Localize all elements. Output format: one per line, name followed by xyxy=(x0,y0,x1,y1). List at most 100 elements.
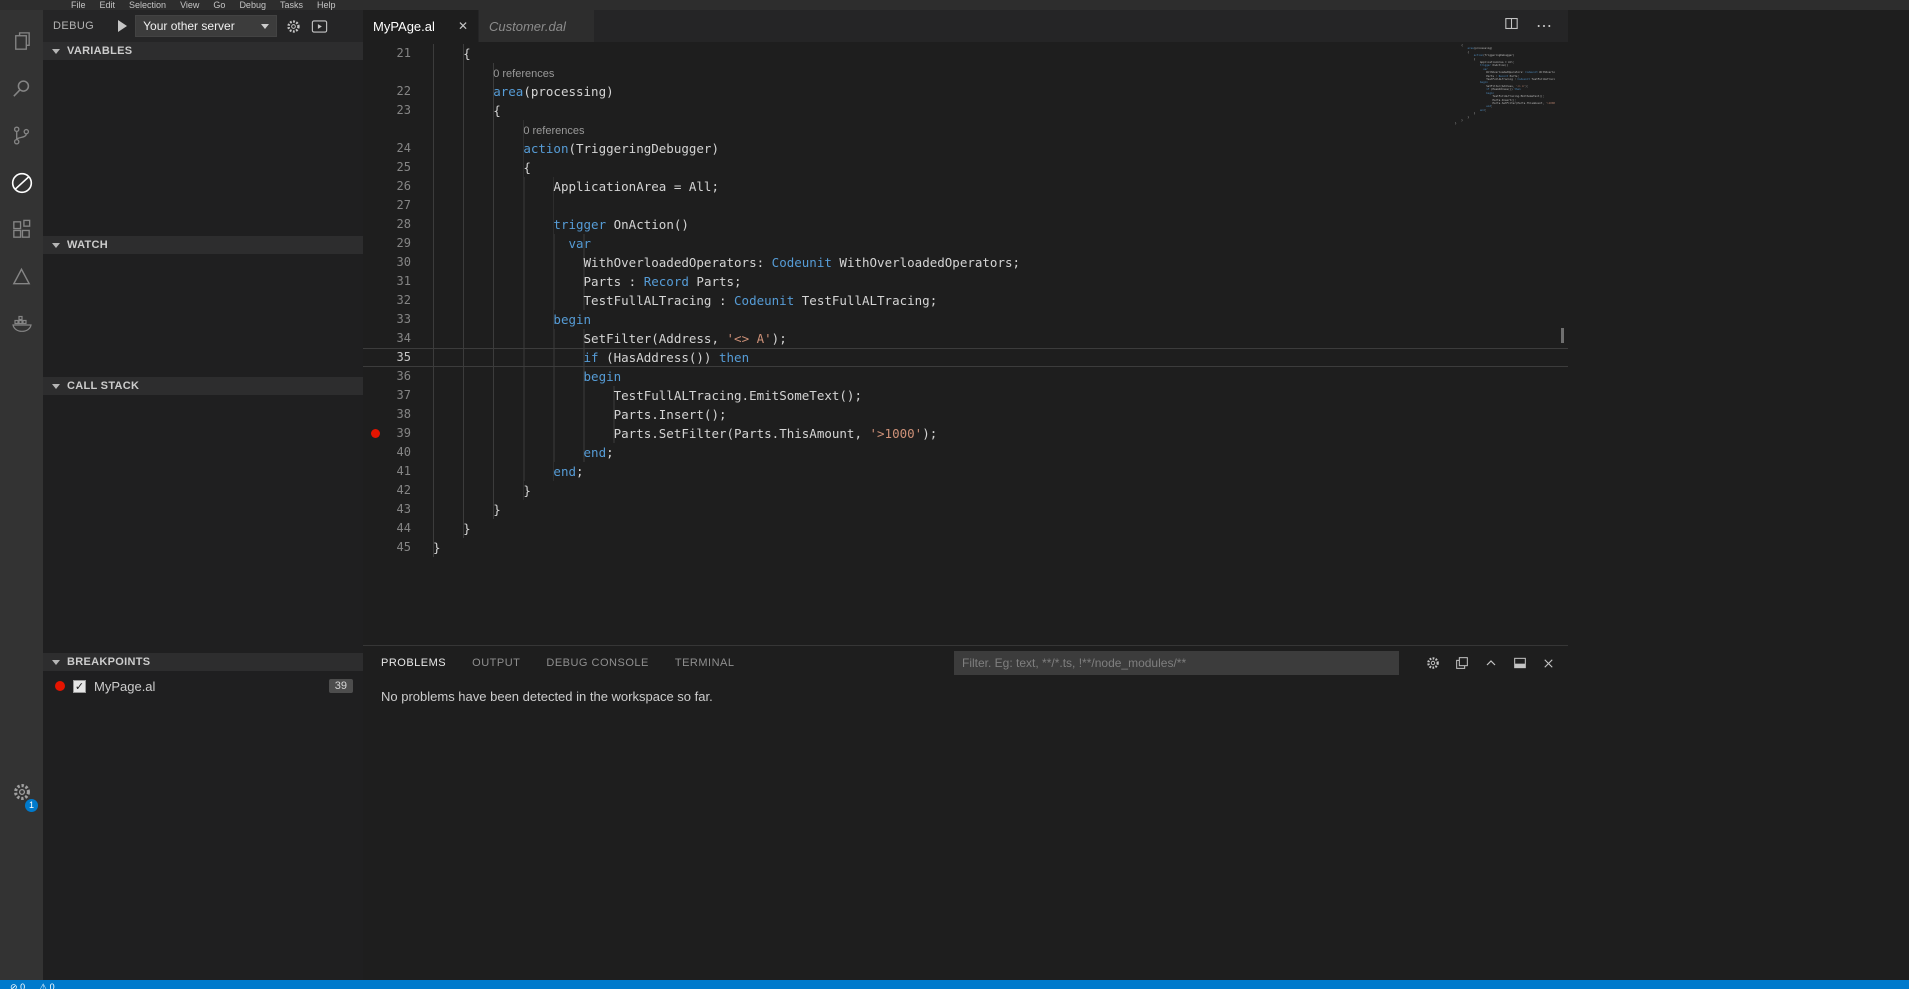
code-text[interactable]: area(processing) xyxy=(433,82,1568,101)
code-line-28[interactable]: 28 trigger OnAction() xyxy=(363,215,1568,234)
line-number[interactable]: 31 xyxy=(387,272,411,291)
code-text[interactable] xyxy=(433,196,1568,215)
sidebar-item-azure[interactable] xyxy=(0,253,43,300)
code-text[interactable]: trigger OnAction() xyxy=(433,215,1568,234)
code-text[interactable]: { xyxy=(433,101,1568,120)
code-line-41[interactable]: 41 end; xyxy=(363,462,1568,481)
code-text[interactable]: WithOverloadedOperators: Codeunit WithOv… xyxy=(433,253,1568,272)
menu-item-edit[interactable]: Edit xyxy=(93,0,123,10)
manage-button[interactable]: 1 xyxy=(0,774,43,814)
line-number[interactable]: 43 xyxy=(387,500,411,519)
code-line-45[interactable]: 45} xyxy=(363,538,1568,557)
sidebar-item-docker[interactable] xyxy=(0,300,43,347)
code-text[interactable]: SetFilter(Address, '<> A'); xyxy=(433,329,1568,348)
code-text[interactable]: TestFullALTracing : Codeunit TestFullALT… xyxy=(433,291,1568,310)
code-line-21[interactable]: 21 { xyxy=(363,44,1568,63)
code-line-35[interactable]: 35 if (HasAddress()) then xyxy=(363,348,1568,367)
line-number[interactable]: 41 xyxy=(387,462,411,481)
line-number[interactable] xyxy=(387,120,411,139)
line-number[interactable]: 35 xyxy=(387,348,411,367)
breakpoint-gutter[interactable] xyxy=(363,519,387,538)
codelens-row[interactable]: 0 references xyxy=(363,120,1568,139)
breakpoint-gutter[interactable] xyxy=(363,538,387,557)
code-text[interactable]: { xyxy=(433,158,1568,177)
menu-item-view[interactable]: View xyxy=(173,0,206,10)
split-editor-icon[interactable] xyxy=(1503,15,1520,37)
menu-item-help[interactable]: Help xyxy=(310,0,343,10)
code-line-44[interactable]: 44 } xyxy=(363,519,1568,538)
line-number[interactable]: 28 xyxy=(387,215,411,234)
breakpoint-checkbox[interactable]: ✓ xyxy=(73,680,86,693)
close-panel-icon[interactable] xyxy=(1541,656,1556,671)
panel-tab-terminal[interactable]: TERMINAL xyxy=(675,657,735,669)
breakpoint-gutter[interactable] xyxy=(363,234,387,253)
sidebar-item-explorer[interactable] xyxy=(0,18,43,65)
menu-item-selection[interactable]: Selection xyxy=(122,0,173,10)
code-line-23[interactable]: 23 { xyxy=(363,101,1568,120)
breakpoint-gutter[interactable] xyxy=(363,63,387,82)
line-number[interactable]: 44 xyxy=(387,519,411,538)
line-number[interactable] xyxy=(387,63,411,82)
section-header-breakpoints[interactable]: BREAKPOINTS xyxy=(43,653,363,671)
breakpoint-gutter[interactable] xyxy=(363,367,387,386)
menu-item-debug[interactable]: Debug xyxy=(232,0,273,10)
breakpoint-gutter[interactable] xyxy=(363,310,387,329)
code-editor[interactable]: 21 { 0 references22 area(processing)23 {… xyxy=(363,42,1568,645)
breakpoint-gutter[interactable] xyxy=(363,139,387,158)
code-text[interactable]: 0 references xyxy=(433,63,1568,82)
line-number[interactable]: 33 xyxy=(387,310,411,329)
line-number[interactable]: 34 xyxy=(387,329,411,348)
code-line-30[interactable]: 30 WithOverloadedOperators: Codeunit Wit… xyxy=(363,253,1568,272)
line-number[interactable]: 40 xyxy=(387,443,411,462)
panel-layout-icon[interactable] xyxy=(1512,655,1528,671)
menu-item-go[interactable]: Go xyxy=(206,0,232,10)
breakpoint-gutter[interactable] xyxy=(363,405,387,424)
code-line-43[interactable]: 43 } xyxy=(363,500,1568,519)
breakpoint-gutter[interactable] xyxy=(363,443,387,462)
open-debug-console-button[interactable] xyxy=(310,17,329,36)
code-line-34[interactable]: 34 SetFilter(Address, '<> A'); xyxy=(363,329,1568,348)
code-text[interactable]: Parts.Insert(); xyxy=(433,405,1568,424)
line-number[interactable]: 29 xyxy=(387,234,411,253)
breakpoint-list-item[interactable]: ✓ MyPage.al 39 xyxy=(43,675,363,697)
menu-item-file[interactable]: File xyxy=(64,0,93,10)
breakpoint-gutter[interactable] xyxy=(363,481,387,500)
panel-tab-debug-console[interactable]: DEBUG CONSOLE xyxy=(546,657,648,669)
breakpoint-gutter[interactable] xyxy=(363,82,387,101)
code-line-26[interactable]: 26 ApplicationArea = All; xyxy=(363,177,1568,196)
line-number[interactable]: 42 xyxy=(387,481,411,500)
code-text[interactable]: ApplicationArea = All; xyxy=(433,177,1568,196)
sidebar-item-source-control[interactable] xyxy=(0,112,43,159)
collapse-all-icon[interactable] xyxy=(1454,655,1470,671)
breakpoint-gutter[interactable] xyxy=(363,272,387,291)
code-line-31[interactable]: 31 Parts : Record Parts; xyxy=(363,272,1568,291)
code-text[interactable]: } xyxy=(433,538,1568,557)
configure-gear-button[interactable] xyxy=(285,18,302,35)
breakpoint-gutter[interactable] xyxy=(363,424,387,443)
breakpoint-gutter[interactable] xyxy=(363,44,387,63)
code-text[interactable]: } xyxy=(433,500,1568,519)
code-text[interactable]: } xyxy=(433,519,1568,538)
code-text[interactable]: TestFullALTracing.EmitSomeText(); xyxy=(433,386,1568,405)
line-number[interactable]: 32 xyxy=(387,291,411,310)
code-text[interactable]: begin xyxy=(433,310,1568,329)
filter-gear-icon[interactable] xyxy=(1425,655,1441,671)
section-header-watch[interactable]: WATCH xyxy=(43,236,363,254)
sidebar-item-debug[interactable] xyxy=(0,159,43,206)
start-debug-button[interactable] xyxy=(118,20,127,32)
line-number[interactable]: 39 xyxy=(387,424,411,443)
breakpoint-gutter[interactable] xyxy=(363,177,387,196)
problems-filter-input[interactable] xyxy=(954,651,1399,675)
panel-tab-problems[interactable]: PROBLEMS xyxy=(381,657,446,669)
code-line-24[interactable]: 24 action(TriggeringDebugger) xyxy=(363,139,1568,158)
line-number[interactable]: 38 xyxy=(387,405,411,424)
breakpoint-gutter[interactable] xyxy=(363,500,387,519)
maximize-panel-icon[interactable] xyxy=(1483,655,1499,671)
close-icon[interactable]: ✕ xyxy=(458,19,468,33)
code-line-39[interactable]: 39 Parts.SetFilter(Parts.ThisAmount, '>1… xyxy=(363,424,1568,443)
debug-config-dropdown[interactable]: Your other server xyxy=(135,15,277,37)
breakpoint-gutter[interactable] xyxy=(363,158,387,177)
breakpoint-gutter[interactable] xyxy=(363,253,387,272)
code-text[interactable]: var xyxy=(433,234,1568,253)
code-text[interactable]: Parts.SetFilter(Parts.ThisAmount, '>1000… xyxy=(433,424,1568,443)
